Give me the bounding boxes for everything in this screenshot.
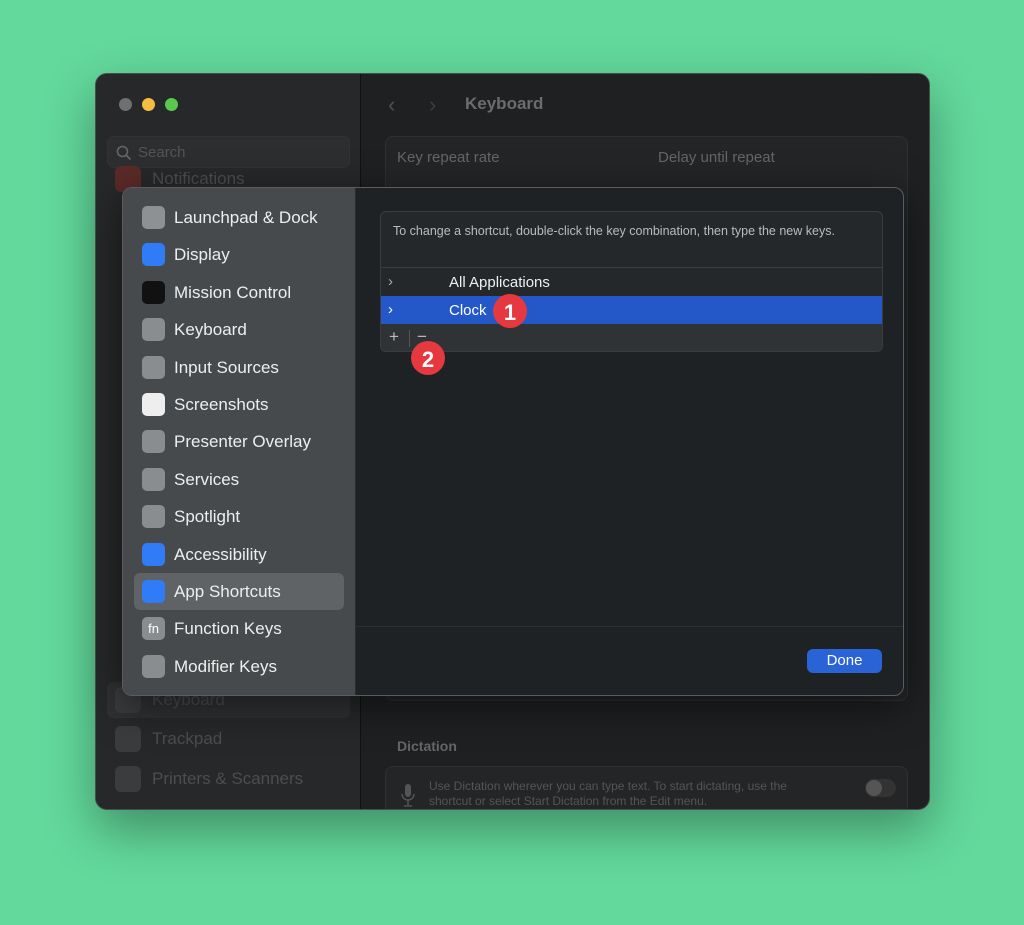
keyboard-icon [142, 355, 165, 379]
launchpad-icon [142, 206, 165, 229]
sidebar-item-label: Launchpad & Dock [174, 208, 318, 227]
printer-icon [115, 766, 141, 792]
sheet-sidebar-item-presenter-overlay[interactable]: Presenter Overlay [134, 423, 344, 460]
fn-icon: fn [142, 617, 165, 641]
delay-label: Delay until repeat [658, 149, 775, 166]
annotation-badge-2: 2 [411, 341, 445, 375]
chevron-right-icon[interactable]: › [388, 273, 393, 290]
sheet-sidebar: Launchpad & Dock Display Mission Control Ke… [123, 188, 356, 695]
row-label: Clock [449, 302, 487, 319]
divider [356, 626, 903, 627]
hint-text: To change a shortcut, double-click the k… [381, 212, 882, 268]
accessibility-icon [142, 542, 165, 566]
trackpad-icon [115, 726, 141, 752]
search-placeholder: Search [138, 144, 186, 161]
chevron-right-icon[interactable]: › [388, 301, 393, 318]
microphone-icon [401, 784, 415, 807]
add-button[interactable]: + [389, 327, 399, 347]
sheet-sidebar-item-accessibility[interactable]: Accessibility [134, 536, 344, 573]
sheet-sidebar-item-mission-control[interactable]: Mission Control [134, 274, 344, 311]
minimize-button[interactable] [142, 98, 155, 111]
sheet-sidebar-item-app-shortcuts[interactable]: App Shortcuts [134, 572, 344, 611]
shortcuts-table: To change a shortcut, double-click the k… [380, 211, 883, 352]
sidebar-item-label: Trackpad [152, 729, 223, 748]
dictation-description: Use Dictation wherever you can type text… [429, 779, 787, 808]
sidebar-item-printers[interactable]: Printers & Scanners [107, 761, 350, 797]
sidebar-item-trackpad[interactable]: Trackpad [107, 721, 350, 757]
dictation-card: Use Dictation wherever you can type text… [385, 766, 908, 809]
row-label: All Applications [449, 274, 550, 291]
dictation-toggle[interactable] [865, 779, 896, 797]
display-icon [142, 243, 165, 267]
annotation-badge-1: 1 [493, 294, 527, 328]
sheet-sidebar-item-spotlight[interactable]: Spotlight [134, 498, 344, 535]
sidebar-item-label: Accessibility [174, 544, 267, 564]
dictation-heading: Dictation [397, 738, 457, 754]
sheet-sidebar-item-screenshots[interactable]: Screenshots [134, 386, 344, 423]
app-store-icon [142, 579, 165, 603]
sidebar-item-label: App Shortcuts [174, 581, 281, 601]
row-all-applications[interactable]: › All Applications [381, 268, 882, 296]
sidebar-item-label: Display [174, 245, 230, 265]
mission-control-icon [142, 280, 165, 304]
search-icon [116, 145, 132, 161]
close-button[interactable] [119, 98, 132, 111]
screenshot-icon [142, 392, 165, 416]
back-button[interactable]: ‹ [388, 92, 395, 118]
sheet-sidebar-item-services[interactable]: Services [134, 461, 344, 498]
keyboard-icon [142, 318, 165, 342]
gears-icon [142, 467, 165, 491]
table-footer: + − [381, 324, 882, 351]
sheet-sidebar-item-modifier-keys[interactable]: Modifier Keys [134, 648, 344, 685]
sheet-sidebar-item-function-keys[interactable]: fn Function Keys [134, 610, 344, 647]
sidebar-item-label: Screenshots [174, 394, 269, 414]
sheet-sidebar-item-input-sources[interactable]: Input Sources [134, 349, 344, 386]
sidebar-item-label: Input Sources [174, 357, 279, 377]
key-repeat-label: Key repeat rate [397, 149, 500, 166]
forward-button[interactable]: › [429, 92, 436, 118]
sidebar-item-label: Spotlight [174, 507, 241, 527]
sidebar-item-label: Modifier Keys [174, 656, 277, 676]
sidebar-item-label: Services [174, 469, 240, 489]
done-button[interactable]: Done [807, 649, 882, 673]
divider [409, 330, 410, 347]
row-clock[interactable]: › Clock [381, 296, 882, 324]
magnifier-icon [142, 505, 165, 529]
sidebar-item-label: Notifications [152, 169, 245, 188]
sidebar-item-label: Mission Control [174, 282, 292, 302]
presenter-icon [142, 430, 165, 454]
sheet-sidebar-item-keyboard[interactable]: Keyboard [134, 311, 344, 348]
page-title: Keyboard [465, 94, 544, 113]
sidebar-item-label: Printers & Scanners [152, 769, 304, 788]
sidebar-item-label: Function Keys [174, 619, 282, 639]
sheet-sidebar-item-launchpad-dock[interactable]: Launchpad & Dock [134, 199, 344, 236]
sheet-sidebar-item-display[interactable]: Display [134, 236, 344, 273]
shift-arrow-icon [142, 654, 165, 678]
sidebar-item-label: Presenter Overlay [174, 432, 311, 452]
sidebar-item-label: Keyboard [174, 320, 247, 340]
zoom-button[interactable] [165, 98, 178, 111]
app-shortcuts-sheet: Launchpad & Dock Display Mission Control Ke… [122, 187, 904, 696]
